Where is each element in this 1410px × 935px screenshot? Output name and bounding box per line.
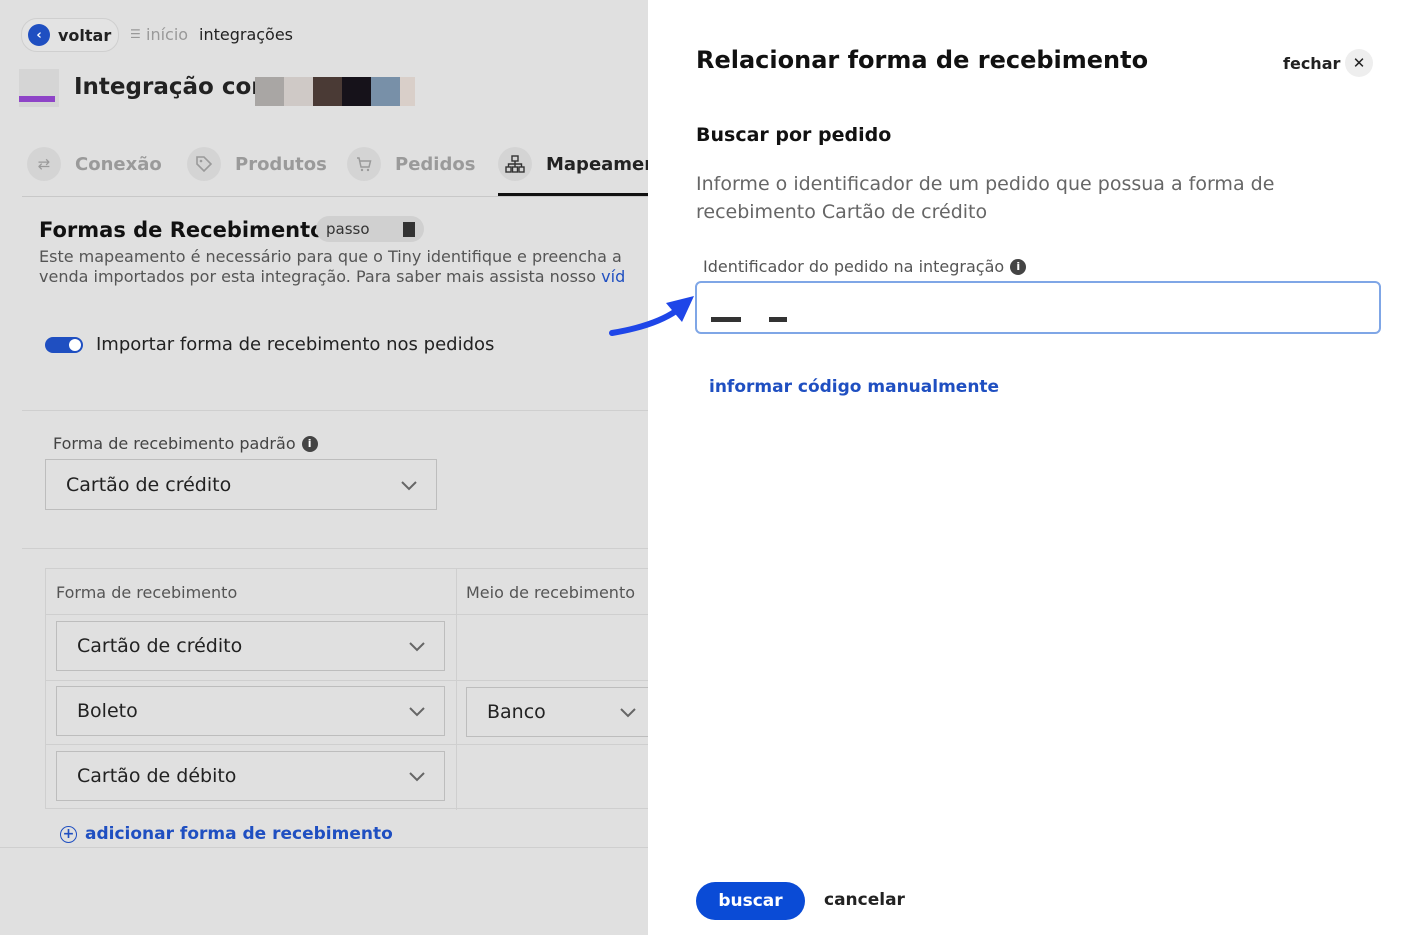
default-payment-select[interactable]: Cartão de crédito [45, 459, 437, 510]
divider [22, 548, 648, 549]
search-button[interactable]: buscar [696, 882, 805, 920]
tab-mapeamento[interactable]: Mapeamen [498, 144, 648, 184]
page-title: Integração com [74, 74, 276, 100]
default-payment-label: Forma de recebimento padrão i [53, 434, 318, 453]
breadcrumb-home[interactable]: início [146, 25, 188, 44]
divider [22, 410, 648, 411]
redacted-input-value [769, 317, 787, 322]
arrows-exchange-icon: ⇄ [27, 147, 61, 181]
modal-title: Relacionar forma de recebimento [696, 46, 1149, 74]
chevron-down-icon [409, 707, 425, 717]
relate-payment-modal: Relacionar forma de recebimento fechar ✕… [648, 0, 1410, 935]
chevron-left-icon: ‹ [28, 24, 50, 46]
close-icon[interactable]: ✕ [1345, 49, 1373, 77]
tab-conexao[interactable]: ⇄ Conexão [27, 144, 162, 184]
order-id-label: Identificador do pedido na integração i [703, 257, 1027, 276]
toggle-label: Importar forma de recebimento nos pedido… [96, 334, 495, 355]
active-tab-indicator [498, 193, 648, 196]
cart-icon [347, 147, 381, 181]
back-button-label: voltar [58, 25, 112, 45]
section-description: Este mapeamento é necessário para que o … [39, 247, 626, 286]
tag-icon [187, 147, 221, 181]
integration-logo-bar [19, 96, 55, 102]
info-icon[interactable]: i [301, 435, 318, 452]
chevron-down-icon [620, 708, 636, 718]
annotation-arrow-icon [609, 296, 694, 336]
tab-bar: ⇄ Conexão Produtos Pedidos Mapeamen [22, 138, 648, 197]
tab-pedidos[interactable]: Pedidos [347, 144, 475, 184]
plus-circle-icon: + [60, 825, 77, 843]
table-row-forma-select[interactable]: Boleto [56, 686, 445, 736]
chevron-down-icon [401, 480, 417, 490]
column-header-meio: Meio de recebimento [466, 583, 635, 602]
breadcrumb-integrations[interactable]: integrações [199, 25, 293, 44]
info-icon[interactable]: i [1010, 258, 1027, 275]
add-payment-method-link[interactable]: + adicionar forma de recebimento [60, 824, 393, 844]
menu-icon: ☰ [130, 27, 141, 41]
order-id-input[interactable] [695, 281, 1381, 334]
section-title: Formas de Recebimento [39, 218, 325, 242]
column-header-forma: Forma de recebimento [56, 583, 238, 602]
cancel-button[interactable]: cancelar [824, 890, 905, 910]
table-row-forma-select[interactable]: Cartão de crédito [56, 621, 445, 671]
background-page: ‹ voltar ☰ início integrações Integração… [0, 0, 648, 935]
video-link[interactable]: víd [601, 267, 625, 286]
tab-produtos[interactable]: Produtos [187, 144, 327, 184]
divider [0, 847, 648, 848]
sitemap-icon [498, 147, 532, 181]
redacted-step-number [403, 222, 415, 237]
import-payment-toggle[interactable] [45, 337, 83, 353]
table-row-meio-select[interactable]: Banco [466, 687, 648, 737]
redacted-input-value [711, 317, 741, 322]
modal-subtitle: Buscar por pedido [696, 124, 892, 146]
table-row-forma-select[interactable]: Cartão de débito [56, 751, 445, 801]
step-badge: passo [316, 216, 424, 242]
manual-code-link[interactable]: informar código manualmente [709, 377, 999, 397]
chevron-down-icon [409, 642, 425, 652]
back-button[interactable]: ‹ voltar [21, 18, 119, 52]
close-label[interactable]: fechar [1283, 54, 1340, 73]
modal-description: Informe o identificador de um pedido que… [696, 173, 1275, 223]
chevron-down-icon [409, 772, 425, 782]
